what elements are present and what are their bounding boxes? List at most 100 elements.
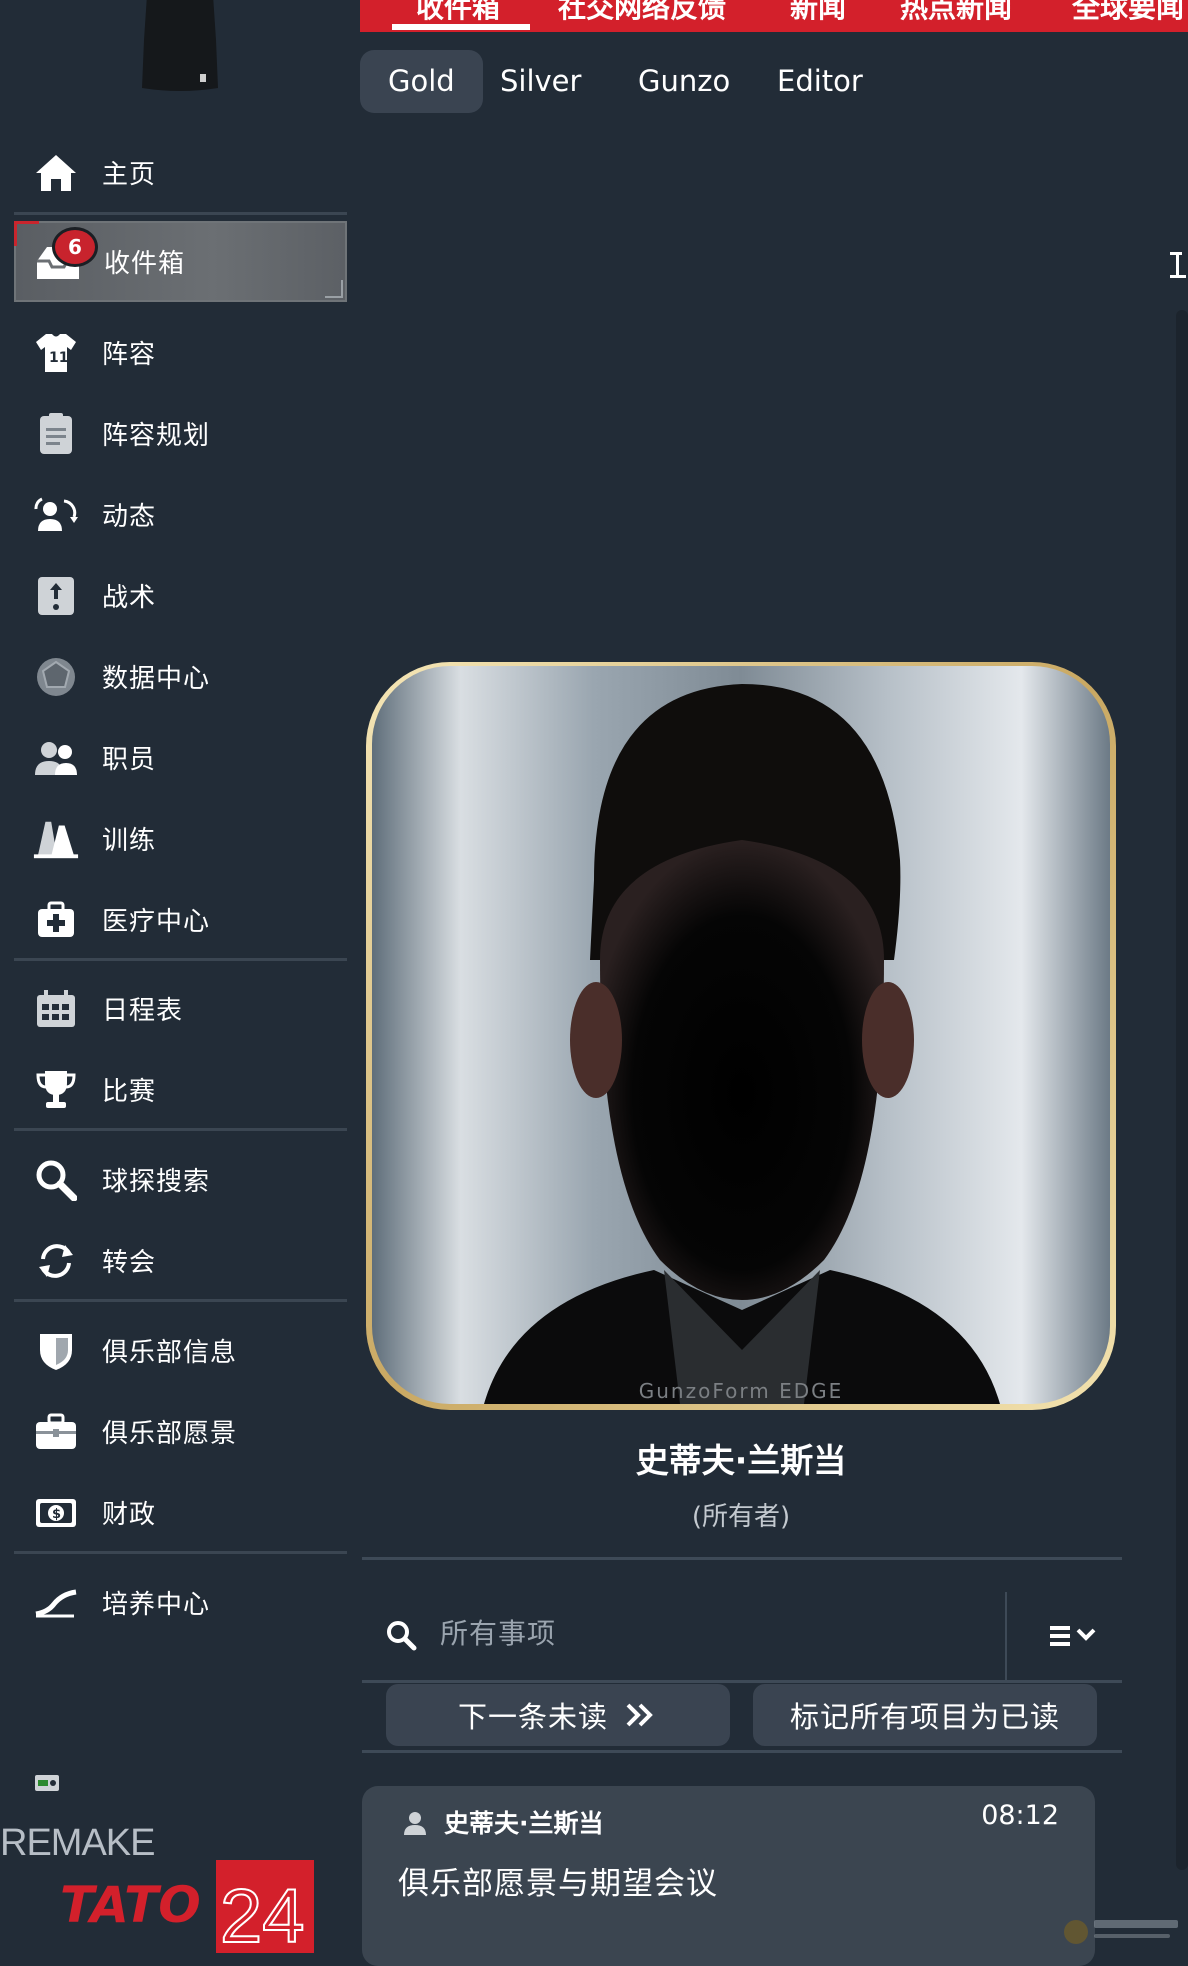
person-icon bbox=[404, 1812, 426, 1835]
sidebar-item-medical[interactable]: 医疗中心 bbox=[14, 879, 347, 960]
sidebar-item-club-info[interactable]: 俱乐部信息 bbox=[14, 1310, 347, 1391]
scrollbar[interactable] bbox=[1176, 310, 1188, 1870]
sidebar: 主页 6 收件箱 11 阵容 阵容规划 动态 战术 数据中心 职员 训练 医疗中… bbox=[0, 0, 360, 1953]
message-subject: 俱乐部愿景与期望会议 bbox=[398, 1866, 718, 1902]
sidebar-item-staff[interactable]: 职员 bbox=[14, 717, 347, 798]
tab-social-feedback[interactable]: 社交网络反馈 bbox=[558, 0, 726, 26]
sidebar-item-tactics[interactable]: 战术 bbox=[14, 555, 347, 636]
svg-text:$: $ bbox=[52, 1507, 61, 1522]
list-options-dropdown-icon[interactable] bbox=[1042, 1616, 1106, 1656]
briefcase-icon bbox=[32, 1408, 80, 1456]
clipboard-icon bbox=[32, 410, 80, 458]
logo-number: 24 bbox=[220, 1874, 305, 1953]
portrait-watermark: GunzoForm EDGE bbox=[639, 1379, 844, 1403]
home-icon bbox=[32, 149, 80, 197]
sidebar-item-finances[interactable]: $ 财政 bbox=[14, 1472, 347, 1553]
section-divider bbox=[362, 1750, 1122, 1753]
section-divider bbox=[362, 1557, 1122, 1560]
sidebar-item-label: 俱乐部愿景 bbox=[102, 1419, 238, 1449]
logo-text: TATO bbox=[60, 1876, 201, 1934]
active-tab-underline bbox=[392, 24, 530, 30]
mark-all-read-label: 标记所有项目为已读 bbox=[789, 1700, 1060, 1734]
sidebar-divider bbox=[14, 1128, 347, 1131]
tab-news[interactable]: 新闻 bbox=[790, 0, 846, 26]
person-role: (所有者) bbox=[691, 1502, 791, 1532]
message-sender: 史蒂夫·兰斯当 bbox=[444, 1809, 604, 1838]
sidebar-item-label: 球探搜索 bbox=[102, 1167, 211, 1197]
inbox-filter-row: 所有事项 bbox=[362, 1592, 1122, 1680]
tab-silver[interactable]: Silver bbox=[472, 50, 609, 113]
sidebar-item-label: 收件箱 bbox=[104, 249, 186, 279]
shirt-kit-image bbox=[142, 0, 218, 91]
message-time: 08:12 bbox=[981, 1800, 1059, 1831]
calendar-icon bbox=[32, 985, 80, 1033]
section-divider bbox=[362, 1680, 1122, 1683]
dynamics-icon bbox=[32, 491, 80, 539]
shield-icon bbox=[32, 1327, 80, 1375]
sidebar-item-label: 数据中心 bbox=[102, 664, 211, 694]
development-icon bbox=[32, 1579, 80, 1627]
sidebar-divider bbox=[14, 1299, 347, 1302]
next-unread-label: 下一条未读 bbox=[457, 1700, 608, 1734]
sidebar-item-label: 阵容规划 bbox=[102, 421, 211, 451]
sidebar-item-inbox[interactable]: 6 收件箱 bbox=[14, 221, 347, 302]
sidebar-item-squad-planner[interactable]: 阵容规划 bbox=[14, 393, 347, 474]
sidebar-item-label: 训练 bbox=[102, 826, 157, 856]
sidebar-item-label: 财政 bbox=[102, 1500, 157, 1530]
sidebar-item-development-centre[interactable]: 培养中心 bbox=[14, 1562, 347, 1643]
money-icon: $ bbox=[32, 1489, 80, 1537]
sidebar-item-club-vision[interactable]: 俱乐部愿景 bbox=[14, 1391, 347, 1472]
data-hub-icon bbox=[32, 653, 80, 701]
tab-gold[interactable]: Gold bbox=[360, 50, 483, 113]
sidebar-divider bbox=[14, 1551, 347, 1554]
staff-icon bbox=[32, 734, 80, 782]
tab-hot-news[interactable]: 热点新闻 bbox=[900, 0, 1012, 26]
trophy-icon bbox=[32, 1066, 80, 1114]
tactics-icon bbox=[32, 572, 80, 620]
sidebar-item-label: 动态 bbox=[102, 502, 157, 532]
next-unread-button[interactable]: 下一条未读 bbox=[386, 1684, 730, 1746]
edge-glyph bbox=[1170, 252, 1186, 278]
sidebar-item-label: 转会 bbox=[102, 1248, 157, 1278]
sidebar-item-dynamics[interactable]: 动态 bbox=[14, 474, 347, 555]
sidebar-item-competitions[interactable]: 比赛 bbox=[14, 1049, 347, 1130]
sidebar-divider bbox=[14, 212, 347, 215]
training-cone-icon bbox=[32, 815, 80, 863]
transfer-icon bbox=[32, 1237, 80, 1285]
jersey-icon: 11 bbox=[32, 329, 80, 377]
sidebar-item-label: 战术 bbox=[102, 583, 157, 613]
sidebar-item-squad[interactable]: 11 阵容 bbox=[14, 312, 347, 393]
skin-settings-icon[interactable] bbox=[34, 1774, 60, 1792]
sidebar-item-label: 医疗中心 bbox=[102, 907, 211, 937]
search-icon bbox=[387, 1621, 417, 1651]
forum-watermark-logo bbox=[1064, 1920, 1178, 1944]
sidebar-item-schedule[interactable]: 日程表 bbox=[14, 968, 347, 1049]
tato24-logo: TATO 24 bbox=[60, 1860, 314, 1953]
sidebar-item-label: 职员 bbox=[102, 745, 157, 775]
tab-inbox[interactable]: 收件箱 bbox=[416, 0, 500, 26]
sidebar-item-label: 比赛 bbox=[102, 1077, 157, 1107]
sidebar-item-scouting[interactable]: 球探搜索 bbox=[14, 1139, 347, 1220]
sidebar-item-home[interactable]: 主页 bbox=[14, 132, 347, 213]
sidebar-item-data-hub[interactable]: 数据中心 bbox=[14, 636, 347, 717]
sidebar-item-label: 俱乐部信息 bbox=[102, 1338, 238, 1368]
mark-all-read-button[interactable]: 标记所有项目为已读 bbox=[753, 1684, 1097, 1746]
sidebar-divider bbox=[14, 958, 347, 961]
sidebar-item-label: 阵容 bbox=[102, 340, 157, 370]
double-chevron-right-icon bbox=[626, 1703, 653, 1727]
unread-count-badge: 6 bbox=[52, 227, 98, 267]
sidebar-item-label: 主页 bbox=[102, 160, 157, 190]
sidebar-item-training[interactable]: 训练 bbox=[14, 798, 347, 879]
person-name[interactable]: 史蒂夫·兰斯当 bbox=[364, 1434, 1118, 1482]
sidebar-item-transfers[interactable]: 转会 bbox=[14, 1220, 347, 1301]
inbox-message-card[interactable]: 史蒂夫·兰斯当 08:12 俱乐部愿景与期望会议 bbox=[362, 1786, 1095, 1966]
sidebar-item-label: 培养中心 bbox=[102, 1590, 211, 1620]
tab-gunzo[interactable]: Gunzo bbox=[610, 50, 758, 113]
magnifier-icon bbox=[32, 1156, 80, 1204]
tab-global-news[interactable]: 全球要闻 bbox=[1072, 0, 1184, 26]
search-input[interactable]: 所有事项 bbox=[440, 1612, 556, 1652]
tab-editor[interactable]: Editor bbox=[749, 50, 891, 113]
medical-kit-icon bbox=[32, 896, 80, 944]
svg-text:11: 11 bbox=[49, 350, 68, 366]
sidebar-item-label: 日程表 bbox=[102, 996, 184, 1026]
